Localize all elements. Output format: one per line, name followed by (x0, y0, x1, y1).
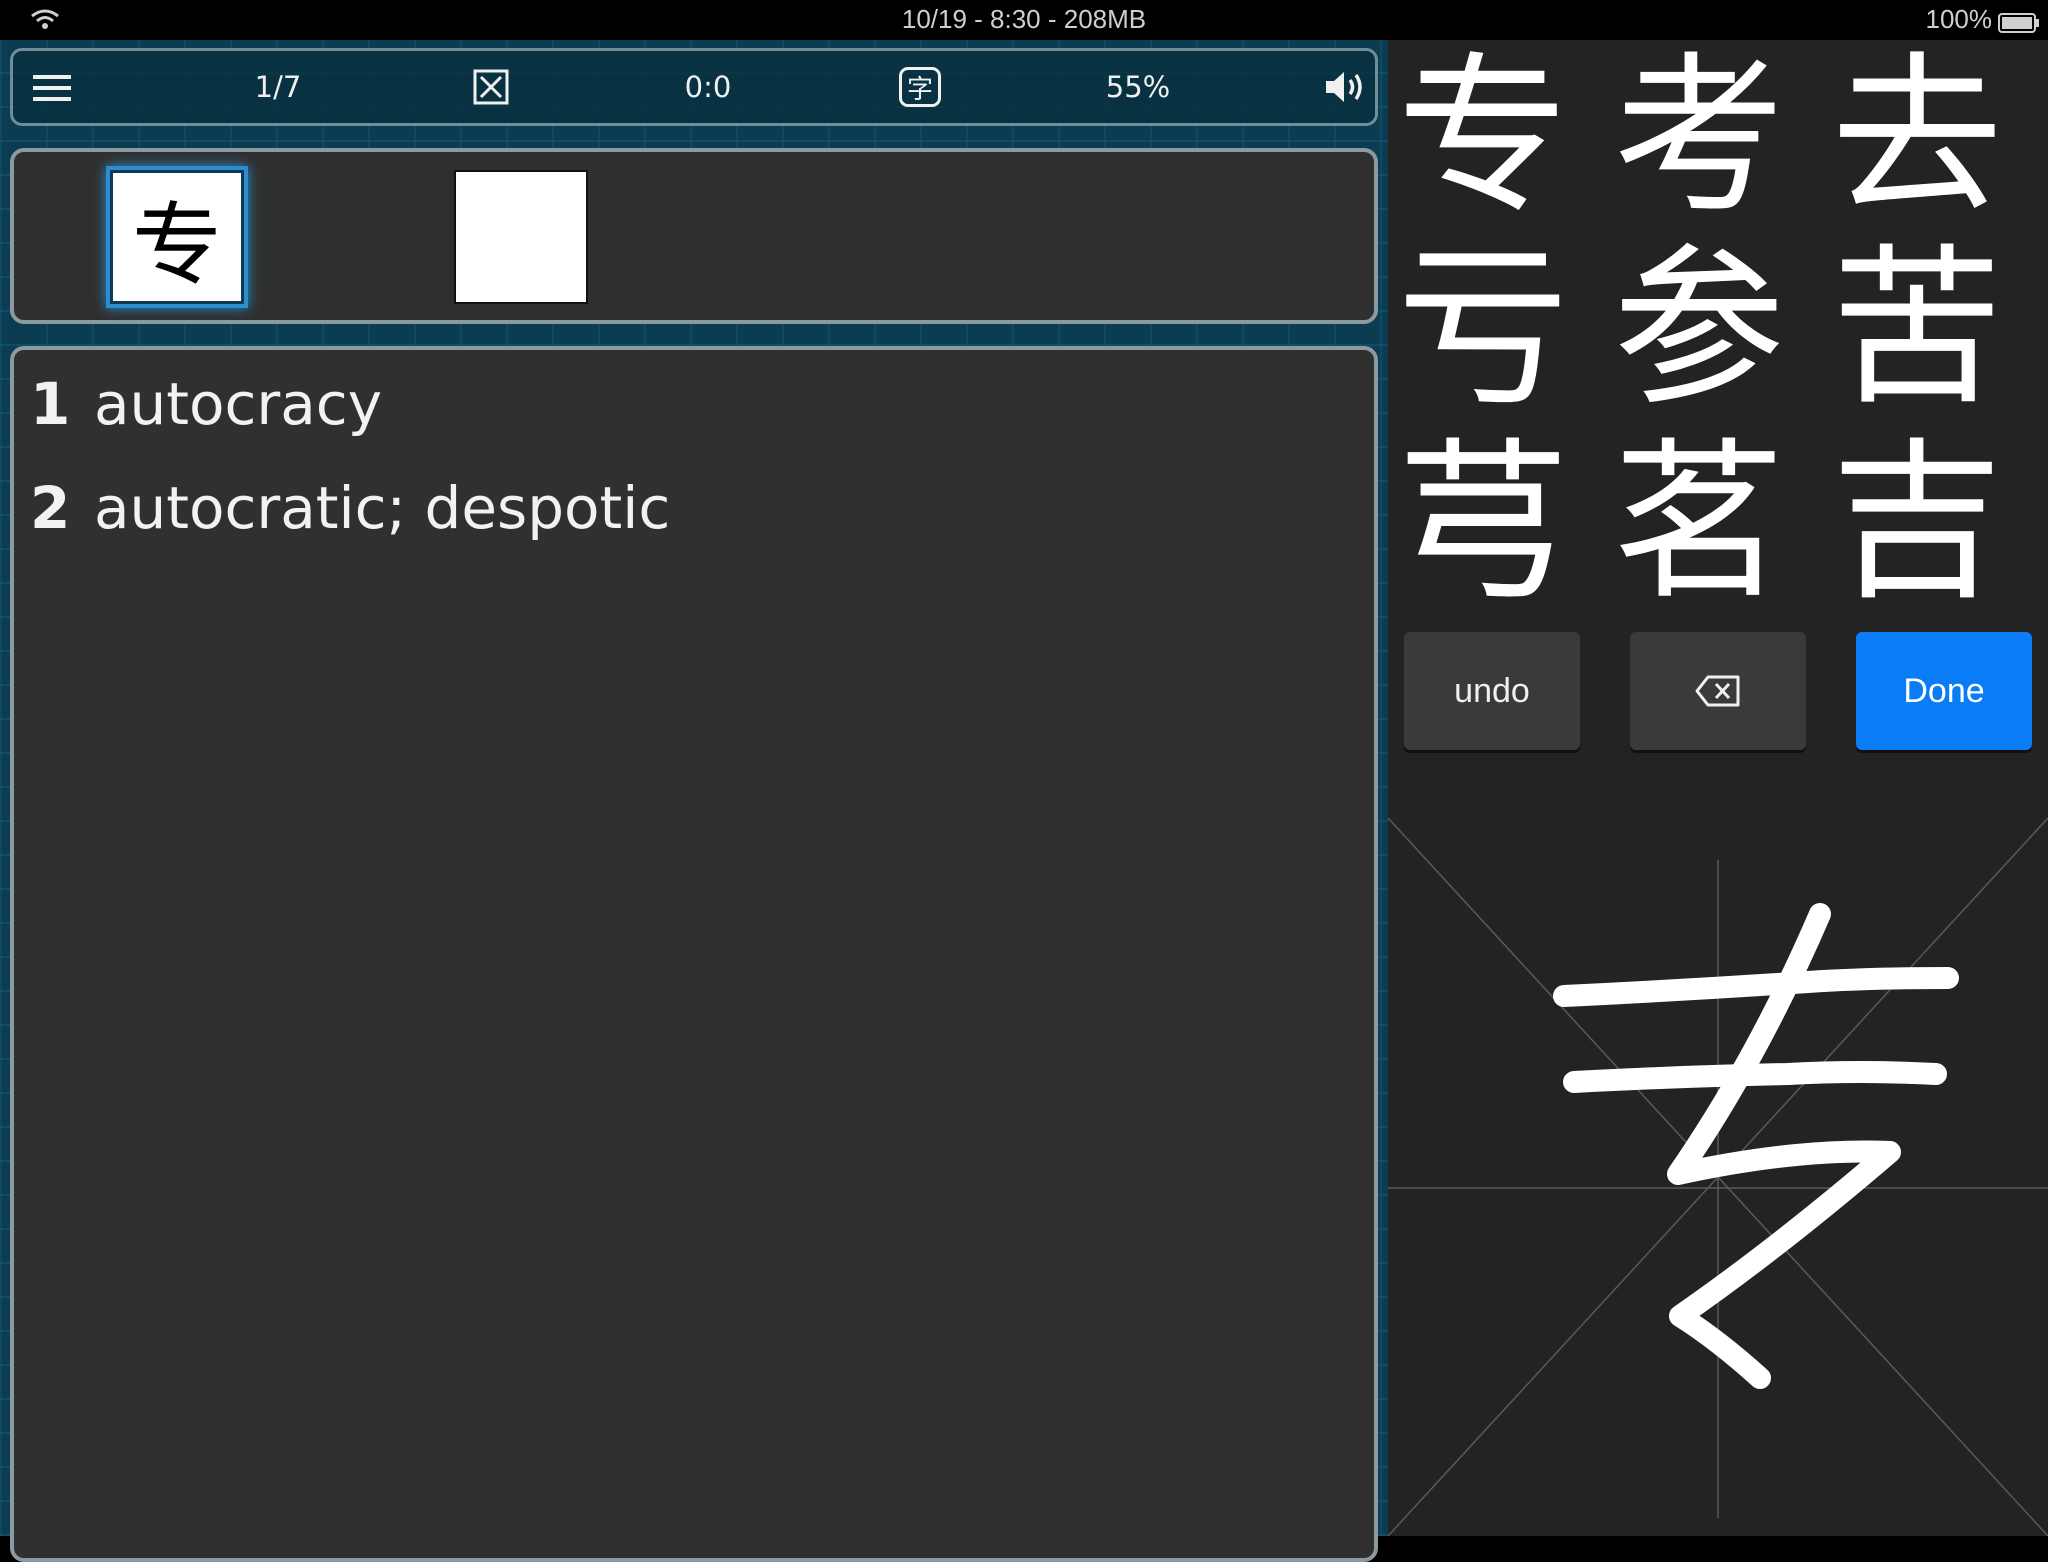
candidate-character[interactable]: 吉 (1822, 428, 2012, 618)
toolbar: 1/7 0:0 字 55% (10, 48, 1378, 126)
candidate-character[interactable]: 茗 (1604, 428, 1794, 618)
undo-button[interactable]: undo (1404, 632, 1580, 750)
character-slot-1[interactable]: 专 (110, 170, 244, 304)
definition-number: 2 (30, 474, 71, 542)
card-counter: 1/7 (254, 70, 302, 104)
candidate-character[interactable]: 参 (1604, 234, 1794, 424)
backspace-button[interactable] (1630, 632, 1806, 750)
handwriting-canvas[interactable] (1387, 817, 2048, 1537)
status-bar: 10/19 - 8:30 - 208MB 100% (0, 0, 2048, 40)
definition-text: autocracy (94, 370, 383, 438)
battery-icon (1998, 9, 2040, 33)
character-mode-glyph: 字 (899, 67, 941, 107)
candidate-character[interactable]: 考 (1604, 42, 1794, 232)
character-mode-icon[interactable]: 字 (895, 51, 945, 123)
done-button[interactable]: Done (1856, 632, 2032, 750)
progress-percent: 55% (1105, 70, 1171, 104)
speaker-icon[interactable] (1318, 51, 1374, 123)
menu-icon[interactable] (27, 51, 77, 123)
definitions-panel: 1 autocracy 2 autocratic; despotic (10, 346, 1378, 1562)
candidate-character[interactable]: 去 (1822, 42, 2012, 232)
character-slot-2[interactable] (454, 170, 588, 304)
battery-percent: 100% (1925, 4, 1993, 34)
score-display: 0:0 (684, 70, 732, 104)
backspace-icon (1695, 675, 1740, 707)
study-pane: 1/7 0:0 字 55% 专 1 autocracy 2 autocratic… (0, 40, 1388, 1562)
candidate-character[interactable]: 亏 (1388, 234, 1578, 424)
character-slots-panel: 专 (10, 148, 1378, 324)
candidate-character[interactable]: 芎 (1388, 428, 1578, 618)
definition-text: autocratic; despotic (94, 474, 671, 542)
candidate-character[interactable]: 专 (1388, 42, 1578, 232)
status-time-memory: 10/19 - 8:30 - 208MB (901, 4, 1147, 34)
handwritten-stroke (1553, 903, 1959, 1389)
skip-close-icon[interactable] (468, 51, 514, 123)
definition-number: 1 (30, 370, 71, 438)
definition-item: 2 autocratic; despotic (30, 468, 670, 548)
handwriting-keyboard: 专 考 去 亏 参 苦 芎 茗 吉 undo Done (1387, 40, 2048, 1537)
definition-item: 1 autocracy (30, 364, 382, 444)
candidate-character[interactable]: 苦 (1822, 234, 2012, 424)
drawing-guides (1387, 817, 2048, 1537)
